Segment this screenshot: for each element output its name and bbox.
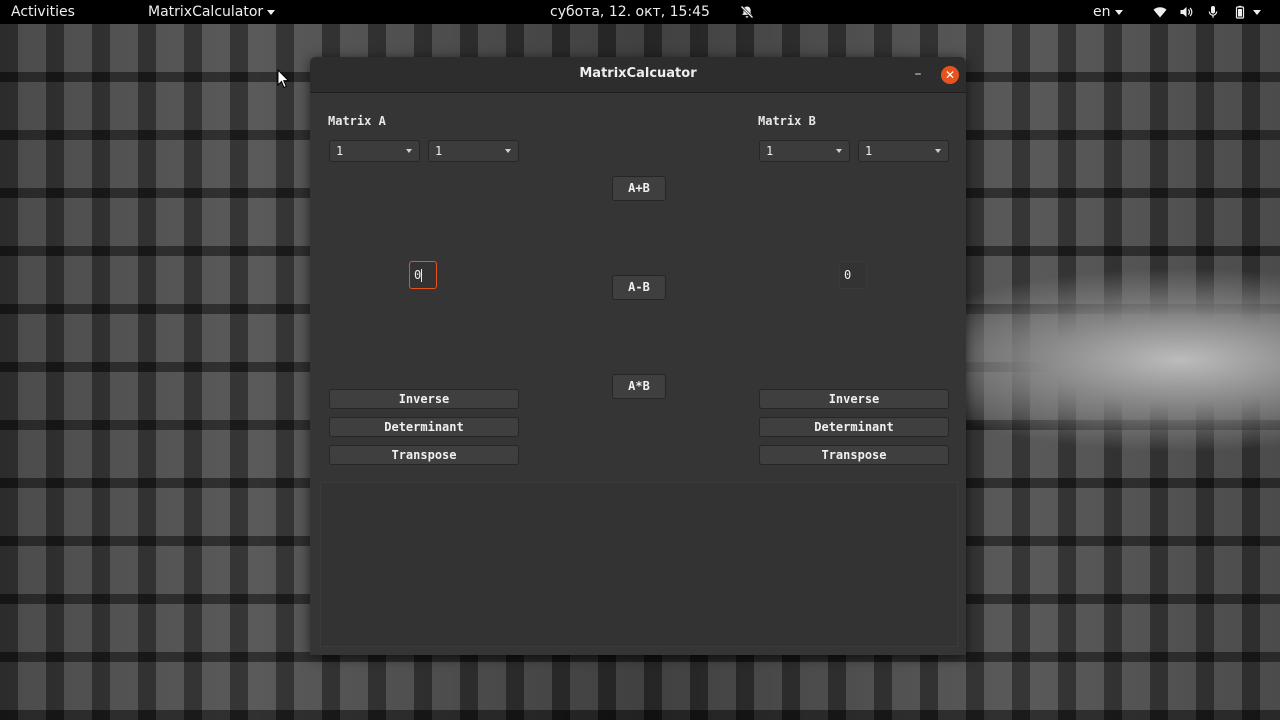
multiply-button[interactable]: A*B xyxy=(612,374,666,399)
matrix-b-cell-input[interactable]: 0 xyxy=(839,261,867,289)
language-label: en xyxy=(1093,4,1111,20)
matrix-a-inverse-button[interactable]: Inverse xyxy=(329,389,519,409)
minimize-button[interactable]: – xyxy=(910,65,926,83)
matrix-b-label: Matrix B xyxy=(758,114,816,128)
wifi-icon[interactable] xyxy=(1153,5,1167,19)
close-icon: ✕ xyxy=(944,68,956,82)
matrix-a-cols-value: 1 xyxy=(435,144,443,158)
chevron-down-icon xyxy=(267,9,276,15)
top-bar: Activities MatrixCalculator субота, 12. … xyxy=(0,0,1280,24)
chevron-down-icon xyxy=(505,149,511,153)
volume-icon[interactable] xyxy=(1179,5,1193,19)
microphone-icon[interactable] xyxy=(1206,5,1220,19)
chevron-down-icon[interactable] xyxy=(1253,10,1261,15)
matrix-b-cols-value: 1 xyxy=(865,144,873,158)
matrix-a-cell-value: 0 xyxy=(414,268,422,282)
battery-icon[interactable] xyxy=(1233,5,1247,19)
notifications-off-icon xyxy=(740,5,754,19)
subtract-button[interactable]: A-B xyxy=(612,275,666,300)
text-caret xyxy=(421,269,423,282)
matrix-a-rows-value: 1 xyxy=(336,144,344,158)
result-output-area[interactable] xyxy=(320,482,958,647)
matrix-b-transpose-button[interactable]: Transpose xyxy=(759,445,949,465)
matrix-b-rows-select[interactable]: 1 xyxy=(759,140,850,162)
app-menu[interactable]: MatrixCalculator xyxy=(148,3,276,21)
app-menu-label: MatrixCalculator xyxy=(148,4,264,20)
matrix-a-determinant-button[interactable]: Determinant xyxy=(329,417,519,437)
matrix-b-rows-value: 1 xyxy=(766,144,774,158)
matrix-a-transpose-button[interactable]: Transpose xyxy=(329,445,519,465)
matrix-b-inverse-button[interactable]: Inverse xyxy=(759,389,949,409)
chevron-down-icon xyxy=(935,149,941,153)
mouse-pointer-icon xyxy=(277,69,289,89)
app-window: MatrixCalcuator – ✕ Matrix A 1 1 0 Inver… xyxy=(310,57,966,655)
chevron-down-icon xyxy=(406,149,412,153)
clock-label: субота, 12. окт, 15:45 xyxy=(550,4,710,20)
matrix-b-cols-select[interactable]: 1 xyxy=(858,140,949,162)
close-button[interactable]: ✕ xyxy=(941,66,959,84)
matrix-a-rows-select[interactable]: 1 xyxy=(329,140,420,162)
window-title: MatrixCalcuator xyxy=(579,66,697,81)
matrix-b-cell-value: 0 xyxy=(844,268,852,282)
minimize-icon: – xyxy=(914,66,922,82)
chevron-down-icon xyxy=(836,149,842,153)
clock[interactable]: субота, 12. окт, 15:45 xyxy=(550,3,710,21)
matrix-b-determinant-button[interactable]: Determinant xyxy=(759,417,949,437)
activities-button[interactable]: Activities xyxy=(11,3,75,21)
language-indicator[interactable]: en xyxy=(1093,3,1123,21)
add-button[interactable]: A+B xyxy=(612,176,666,201)
matrix-a-cols-select[interactable]: 1 xyxy=(428,140,519,162)
chevron-down-icon xyxy=(1114,9,1123,15)
matrix-a-label: Matrix A xyxy=(328,114,386,128)
title-bar[interactable]: MatrixCalcuator – ✕ xyxy=(310,57,966,93)
matrix-a-cell-input[interactable]: 0 xyxy=(409,261,437,289)
